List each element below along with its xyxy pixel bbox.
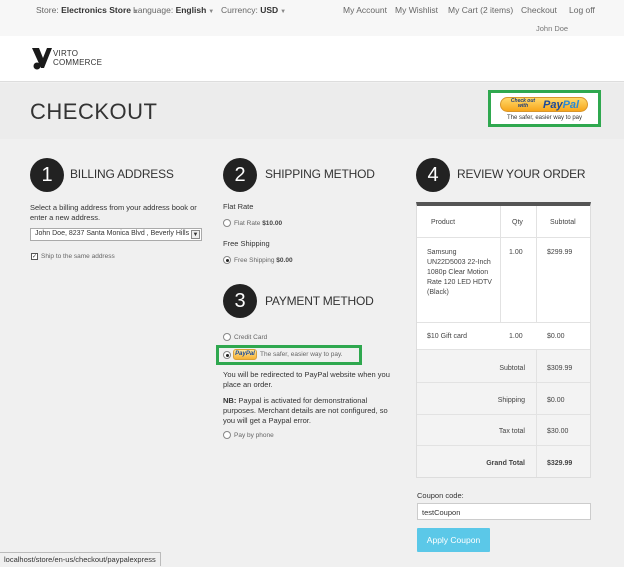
free-shipping-option-label: Free Shipping (234, 257, 275, 264)
paypal-checkout-button[interactable]: Check out with PayPal The safer, easier … (488, 90, 601, 127)
user-name: John Doe (536, 24, 569, 33)
billing-address-select[interactable]: John Doe, 8237 Santa Monica Blvd , Bever… (30, 228, 202, 241)
step-number-3: 3 (223, 284, 257, 318)
step-number-4: 4 (416, 158, 450, 192)
credit-card-label: Credit Card (234, 334, 268, 341)
paypal-redirect-note: You will be redirected to PayPal website… (223, 370, 390, 389)
paypal-wordmark: PayPal (543, 99, 580, 111)
store-label: Store: (36, 5, 59, 15)
tax-total-label: Tax total (498, 428, 525, 435)
flat-rate-price: $10.00 (262, 220, 283, 227)
order-review-table: Product Qty Subtotal Samsung UN22D5003 2… (416, 202, 591, 478)
virto-commerce-logo[interactable]: VIRTO COMMERCE (30, 46, 120, 74)
checkout-link[interactable]: Checkout (521, 5, 557, 15)
currency-selector[interactable]: Currency: USD ▼ (221, 5, 286, 15)
paypal-nb-note: NB: Paypal is activated for demonstratio… (223, 396, 393, 426)
top-bar: Store: Electronics Store ▼ Language: Engl… (0, 0, 624, 36)
item-qty: 1.00 (509, 249, 523, 256)
logoff-link[interactable]: Log off (569, 5, 595, 15)
column-divider (536, 206, 537, 322)
billing-address-title: BILLING ADDRESS (70, 167, 174, 181)
column-divider (536, 349, 537, 477)
apply-coupon-button[interactable]: Apply Coupon (417, 528, 490, 552)
shipping-method-title: SHIPPING METHOD (265, 167, 375, 181)
my-wishlist-link[interactable]: My Wishlist (395, 5, 438, 15)
item-product: $10 Gift card (427, 333, 468, 340)
nb-label: NB: (223, 396, 237, 405)
paypal-logo-icon: PayPal (233, 349, 257, 360)
grand-total-value: $329.99 (547, 460, 573, 467)
checkout-with-text: Check out with (510, 98, 536, 109)
chevron-down-icon: ▼ (208, 9, 215, 15)
currency-value: USD (260, 5, 279, 15)
title-band: CHECKOUT Check out with PayPal The safer… (0, 83, 624, 139)
paypal-tagline: The safer, easier way to pay (506, 115, 583, 121)
language-value: English (175, 5, 207, 15)
col-header-subtotal: Subtotal (550, 219, 576, 226)
row-divider (417, 349, 590, 350)
paypal-radio[interactable] (223, 351, 231, 359)
language-label: Language: (133, 5, 174, 15)
row-divider (417, 445, 590, 446)
grand-total-label: Grand Total (486, 460, 525, 467)
subtotal-value: $309.99 (547, 365, 573, 372)
item-subtotal: $0.00 (547, 333, 565, 340)
item-subtotal: $299.99 (547, 249, 573, 256)
row-divider (417, 322, 590, 323)
flat-rate-option-label: Flat Rate (234, 220, 261, 227)
currency-label: Currency: (221, 5, 258, 15)
language-selector[interactable]: Language: English ▼ (133, 5, 214, 15)
billing-instructions: Select a billing address from your addre… (30, 203, 197, 222)
subtotal-label: Subtotal (499, 365, 525, 372)
step-number-2: 2 (223, 158, 257, 192)
flat-rate-radio[interactable] (223, 219, 231, 227)
paypal-button-graphic: Check out with PayPal (500, 97, 588, 112)
page-title: CHECKOUT (30, 99, 158, 124)
free-shipping-radio[interactable] (223, 256, 231, 264)
nb-text: Paypal is activated for demonstrational … (223, 396, 388, 425)
coupon-label: Coupon code: (417, 491, 464, 500)
tax-total-value: $30.00 (547, 428, 569, 435)
credit-card-radio[interactable] (223, 333, 231, 341)
payment-method-title: PAYMENT METHOD (265, 294, 374, 308)
billing-address-value: John Doe, 8237 Santa Monica Blvd , Bever… (35, 230, 190, 237)
coupon-input[interactable]: testCoupon (417, 503, 591, 520)
item-qty: 1.00 (509, 333, 523, 340)
site-header: VIRTO COMMERCE (0, 36, 624, 82)
my-cart-link[interactable]: My Cart (2 items) (448, 5, 513, 15)
logo-text-commerce: COMMERCE (53, 58, 103, 67)
col-header-qty: Qty (512, 219, 523, 226)
ship-same-checkbox[interactable]: ✓ (31, 253, 38, 260)
logo-mark-icon (32, 48, 52, 70)
flat-rate-option: Flat Rate $10.00 (234, 220, 282, 227)
shipping-total-label: Shipping (497, 397, 525, 404)
review-order-title: REVIEW YOUR ORDER (457, 167, 586, 181)
col-header-product: Product (431, 219, 456, 226)
step-number-1: 1 (30, 158, 64, 192)
row-divider (417, 237, 590, 238)
free-shipping-price: $0.00 (276, 257, 293, 264)
logo-text-virto: VIRTO (53, 49, 79, 58)
store-selector[interactable]: Store: Electronics Store ▼ (36, 5, 139, 15)
browser-status-bar: localhost/store/en-us/checkout/paypalexp… (0, 552, 161, 566)
pay-by-phone-radio[interactable] (223, 431, 231, 439)
my-account-link[interactable]: My Account (343, 5, 387, 15)
row-divider (417, 382, 590, 383)
flat-rate-group-label: Flat Rate (223, 202, 254, 211)
chevron-down-icon: ▼ (280, 9, 287, 15)
row-divider (417, 414, 590, 415)
chevron-down-icon: ▼ (191, 230, 200, 239)
shipping-total-value: $0.00 (547, 397, 565, 404)
free-shipping-option: Free Shipping $0.00 (234, 257, 293, 264)
store-value: Electronics Store (61, 5, 131, 15)
pay-by-phone-label: Pay by phone (234, 432, 274, 439)
column-divider (500, 206, 501, 322)
ship-same-label: Ship to the same address (41, 253, 115, 260)
paypal-option-tagline: The safer, easier way to pay. (260, 351, 343, 358)
item-product: Samsung UN22D5003 22-Inch 1080p Clear Mo… (427, 249, 492, 296)
free-shipping-group-label: Free Shipping (223, 239, 270, 248)
